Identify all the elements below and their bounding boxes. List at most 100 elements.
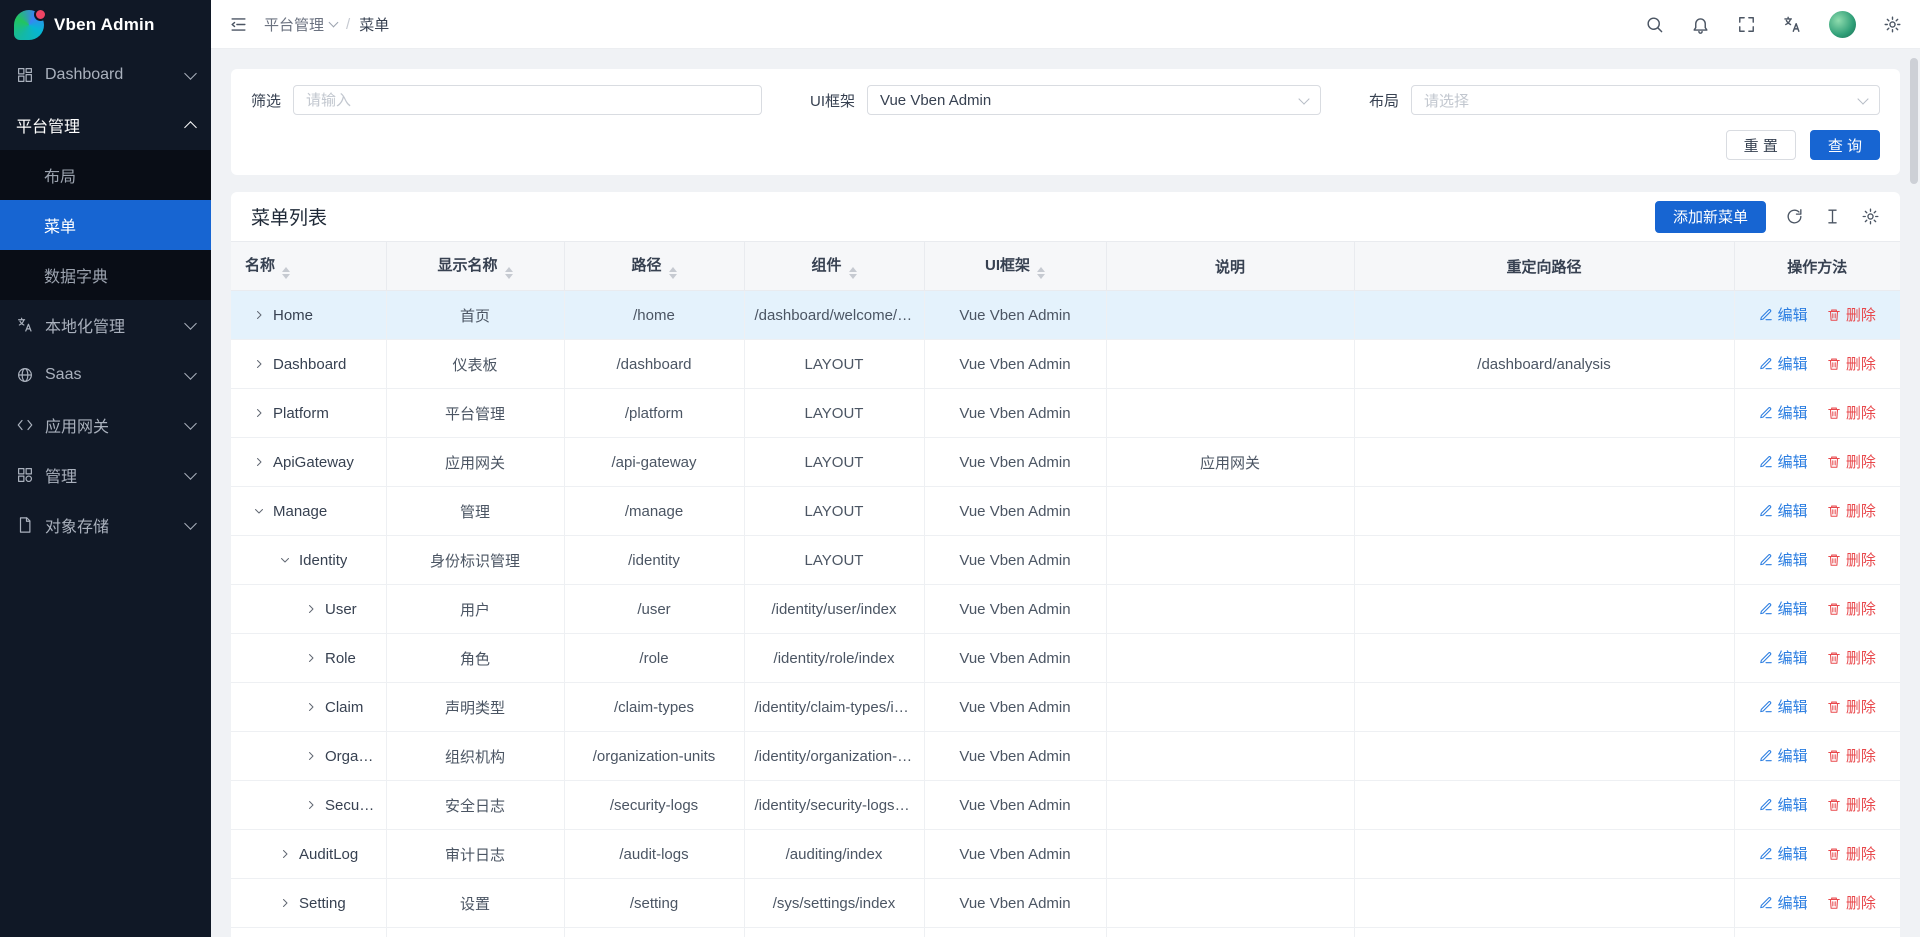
edit-button[interactable]: 编辑	[1759, 843, 1808, 864]
component-cell: LAYOUT	[744, 438, 924, 487]
table-row[interactable]: User 用户 /user /identity/user/index Vue V…	[231, 585, 1900, 634]
table-row[interactable]: Home 首页 /home /dashboard/welcome/in... V…	[231, 291, 1900, 340]
delete-button[interactable]: 删除	[1827, 500, 1876, 521]
column-header-component[interactable]: 组件	[744, 242, 924, 291]
table-row[interactable]: Security... 安全日志 /security-logs /identit…	[231, 781, 1900, 830]
delete-button[interactable]: 删除	[1827, 549, 1876, 570]
table-row[interactable]: Claim 声明类型 /claim-types /identity/claim-…	[231, 683, 1900, 732]
delete-button[interactable]: 删除	[1827, 353, 1876, 374]
logo[interactable]: Vben Admin	[0, 0, 211, 50]
edit-button[interactable]: 编辑	[1759, 353, 1808, 374]
fullscreen-icon[interactable]	[1737, 15, 1756, 34]
delete-button[interactable]: 删除	[1827, 304, 1876, 325]
column-header-description: 说明	[1106, 242, 1354, 291]
edit-button[interactable]: 编辑	[1759, 402, 1808, 423]
add-menu-button[interactable]: 添加新菜单	[1655, 201, 1766, 233]
layout-select[interactable]: 请选择	[1411, 85, 1880, 115]
column-header-redirect: 重定向路径	[1354, 242, 1734, 291]
actions-cell: 编辑 删除	[1734, 781, 1900, 830]
expand-icon[interactable]	[279, 554, 291, 566]
delete-button[interactable]: 删除	[1827, 843, 1876, 864]
expand-icon[interactable]	[253, 407, 265, 419]
edit-button[interactable]: 编辑	[1759, 794, 1808, 815]
table-row[interactable]: Platform 平台管理 /platform LAYOUT Vue Vben …	[231, 389, 1900, 438]
query-button[interactable]: 查 询	[1810, 130, 1880, 160]
language-icon[interactable]	[1783, 15, 1802, 34]
table-row[interactable]: AuditLog 审计日志 /audit-logs /auditing/inde…	[231, 830, 1900, 879]
edit-button[interactable]: 编辑	[1759, 500, 1808, 521]
edit-button[interactable]: 编辑	[1759, 304, 1808, 325]
path-cell: /organization-units	[564, 732, 744, 781]
table-row[interactable]: Setting 设置 /setting /sys/settings/index …	[231, 879, 1900, 928]
expand-icon[interactable]	[253, 505, 265, 517]
settings-icon[interactable]	[1883, 15, 1902, 34]
ui-framework-field: UI框架 Vue Vben Admin	[810, 85, 1321, 115]
expand-icon[interactable]	[253, 456, 265, 468]
expand-icon[interactable]	[253, 309, 265, 321]
sidebar-item-dictionary[interactable]: 数据字典	[0, 250, 211, 300]
expand-icon[interactable]	[253, 358, 265, 370]
column-header-name[interactable]: 名称	[231, 242, 386, 291]
expand-icon[interactable]	[305, 750, 317, 762]
table-row[interactable]: ApiGateway 应用网关 /api-gateway LAYOUT Vue …	[231, 438, 1900, 487]
menu-name: User	[325, 601, 357, 618]
edit-button[interactable]: 编辑	[1759, 549, 1808, 570]
sidebar-item-manage[interactable]: 管理	[0, 450, 211, 500]
column-settings-icon[interactable]	[1861, 207, 1880, 226]
edit-button[interactable]: 编辑	[1759, 745, 1808, 766]
delete-button[interactable]: 删除	[1827, 892, 1876, 913]
filter-input[interactable]	[293, 85, 762, 115]
column-header-framework[interactable]: UI框架	[924, 242, 1106, 291]
table-row[interactable]: Role 角色 /role /identity/role/index Vue V…	[231, 634, 1900, 683]
delete-button[interactable]: 删除	[1827, 402, 1876, 423]
logo-text: Vben Admin	[54, 15, 155, 35]
delete-button[interactable]: 删除	[1827, 647, 1876, 668]
filter-label: 筛选	[251, 90, 281, 111]
breadcrumb-item-menu[interactable]: 菜单	[359, 14, 389, 35]
row-height-icon[interactable]	[1823, 207, 1842, 226]
sidebar-collapse-icon[interactable]	[229, 15, 248, 34]
edit-button[interactable]: 编辑	[1759, 451, 1808, 472]
table-row[interactable]: Dashboard 仪表板 /dashboard LAYOUT Vue Vben…	[231, 340, 1900, 389]
display-name-cell: 设置	[386, 879, 564, 928]
notification-icon[interactable]	[1691, 15, 1710, 34]
edit-button[interactable]: 编辑	[1759, 598, 1808, 619]
delete-button[interactable]: 删除	[1827, 745, 1876, 766]
delete-button[interactable]: 删除	[1827, 794, 1876, 815]
table-row[interactable]: Organiz... 组织机构 /organization-units /ide…	[231, 732, 1900, 781]
edit-button[interactable]: 编辑	[1759, 647, 1808, 668]
expand-icon[interactable]	[279, 848, 291, 860]
expand-icon[interactable]	[305, 701, 317, 713]
table-row[interactable]: Identity 身份标识管理 /identity LAYOUT Vue Vbe…	[231, 536, 1900, 585]
sidebar-item-storage[interactable]: 对象存储	[0, 500, 211, 550]
column-header-path[interactable]: 路径	[564, 242, 744, 291]
expand-icon[interactable]	[305, 652, 317, 664]
sidebar-item-layout[interactable]: 布局	[0, 150, 211, 200]
description-cell	[1106, 389, 1354, 438]
sidebar-item-platform[interactable]: 平台管理	[0, 100, 211, 150]
actions-cell: 编辑 删除	[1734, 389, 1900, 438]
sidebar-item-localization[interactable]: 本地化管理	[0, 300, 211, 350]
sidebar-item-menu[interactable]: 菜单	[0, 200, 211, 250]
actions-cell: 编辑 删除	[1734, 291, 1900, 340]
expand-icon[interactable]	[279, 897, 291, 909]
expand-icon[interactable]	[305, 799, 317, 811]
refresh-icon[interactable]	[1785, 207, 1804, 226]
breadcrumb-item-platform[interactable]: 平台管理	[264, 14, 337, 35]
avatar[interactable]	[1829, 11, 1856, 38]
ui-framework-select[interactable]: Vue Vben Admin	[867, 85, 1321, 115]
expand-icon[interactable]	[305, 603, 317, 615]
column-header-display-name[interactable]: 显示名称	[386, 242, 564, 291]
edit-button[interactable]: 编辑	[1759, 696, 1808, 717]
edit-button[interactable]: 编辑	[1759, 892, 1808, 913]
page-scrollbar[interactable]	[1910, 58, 1918, 184]
table-row[interactable]: Manage 管理 /manage LAYOUT Vue Vben Admin …	[231, 487, 1900, 536]
reset-button[interactable]: 重 置	[1726, 130, 1796, 160]
search-icon[interactable]	[1645, 15, 1664, 34]
delete-button[interactable]: 删除	[1827, 598, 1876, 619]
delete-button[interactable]: 删除	[1827, 696, 1876, 717]
sidebar-item-gateway[interactable]: 应用网关	[0, 400, 211, 450]
sidebar-item-dashboard[interactable]: Dashboard	[0, 50, 211, 100]
sidebar-item-saas[interactable]: Saas	[0, 350, 211, 400]
delete-button[interactable]: 删除	[1827, 451, 1876, 472]
